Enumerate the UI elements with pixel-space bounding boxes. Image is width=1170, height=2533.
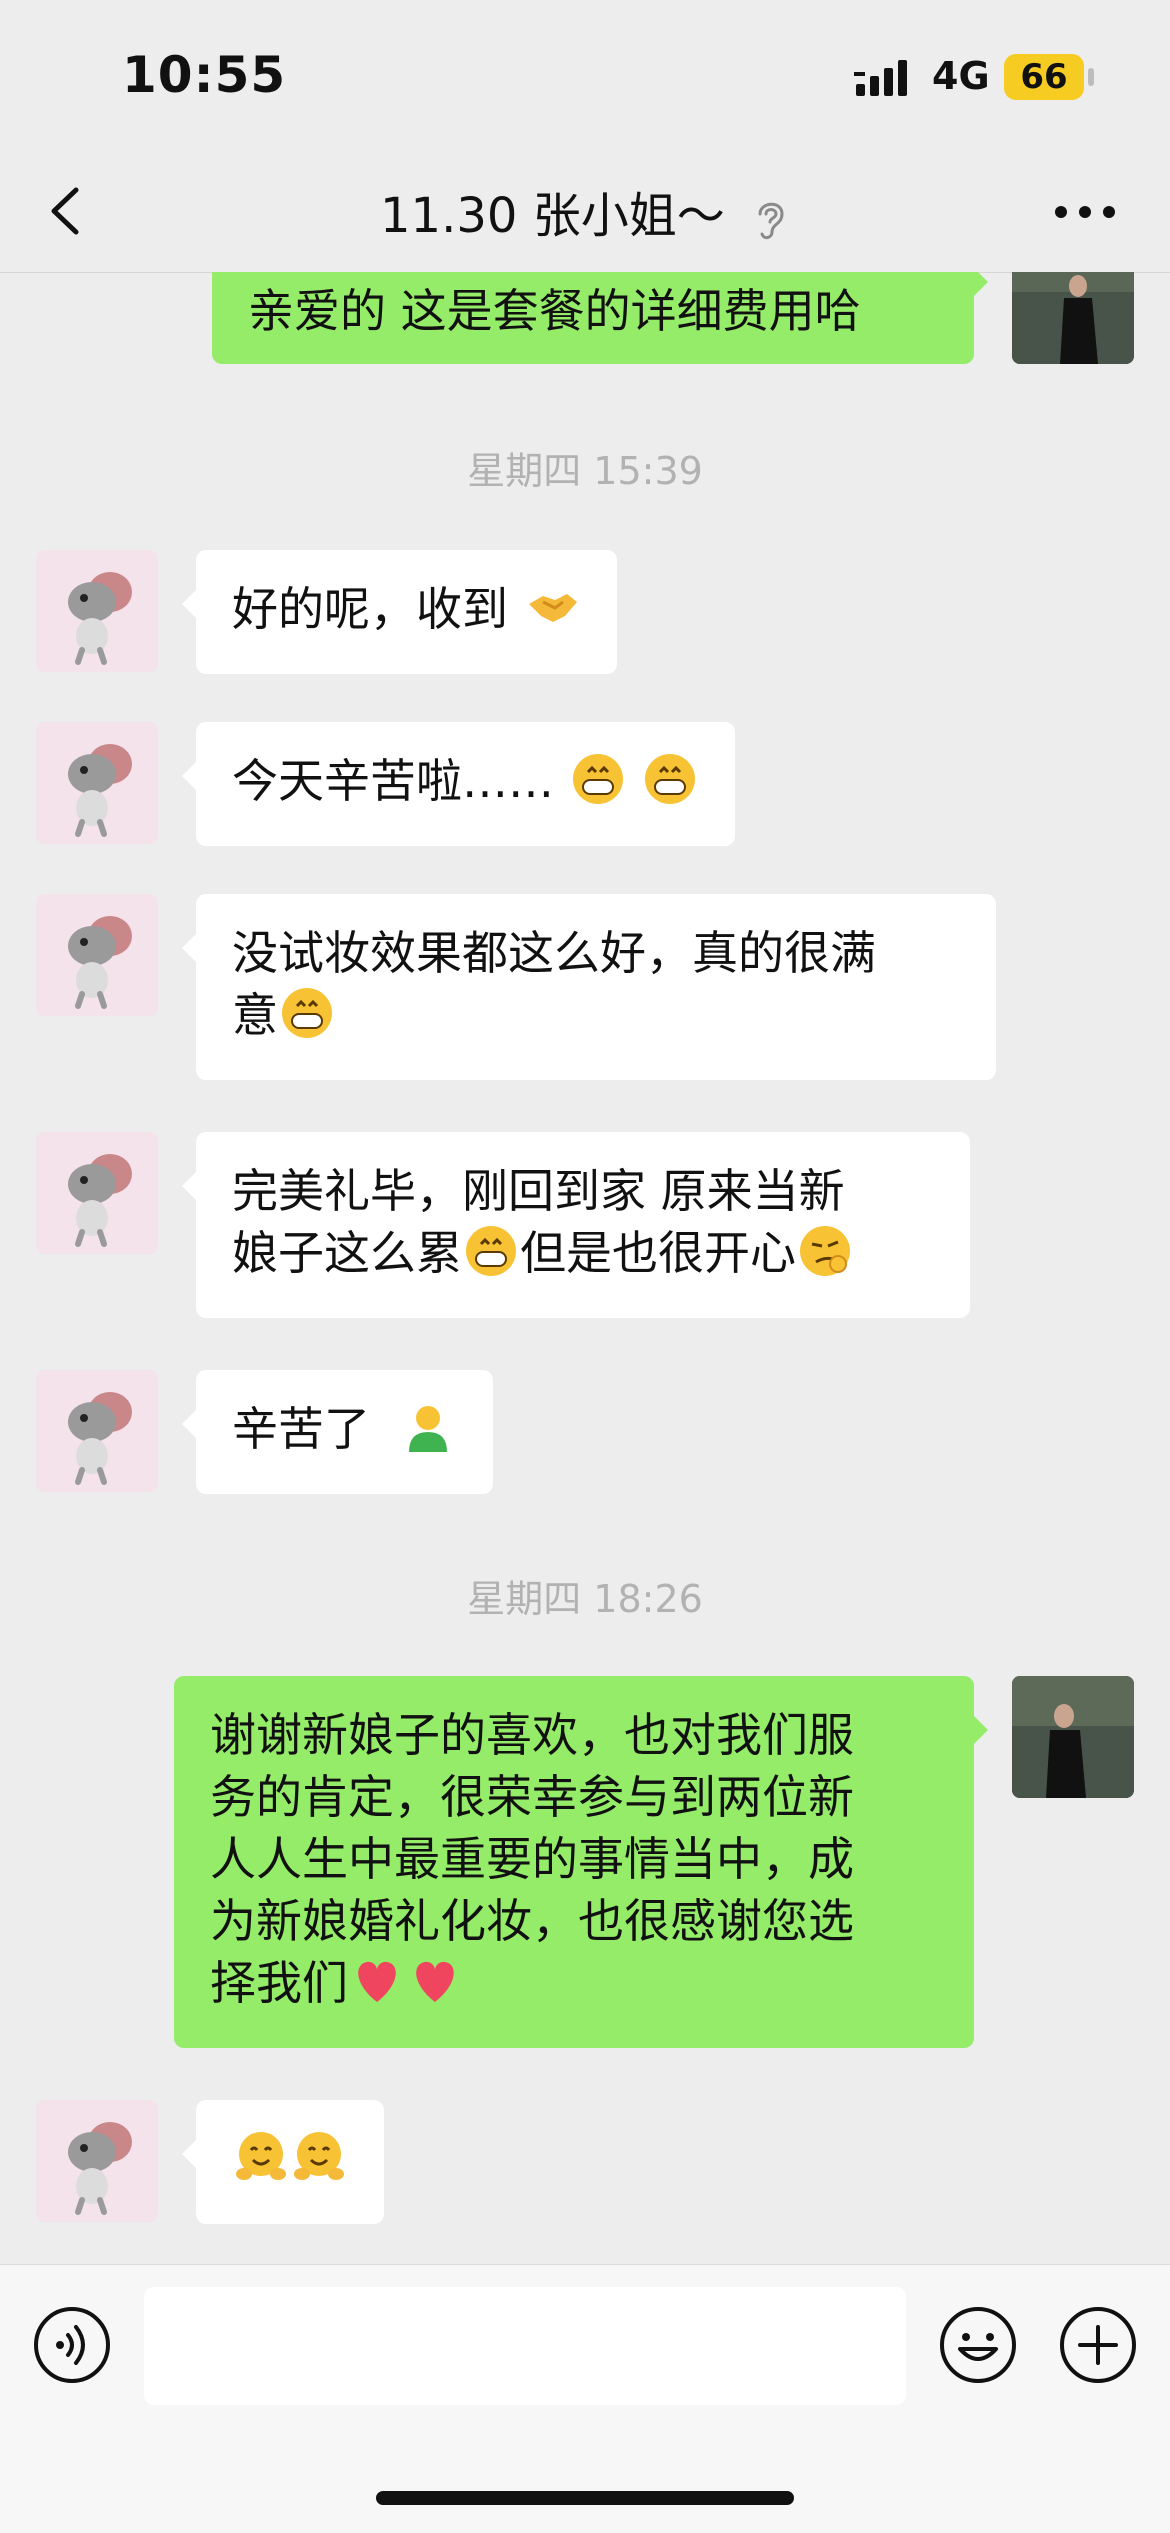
heart-emoji-icon xyxy=(416,1961,454,2002)
outgoing-message-partial[interactable]: 亲爱的 这是套餐的详细费用哈 xyxy=(212,272,988,364)
voice-icon[interactable] xyxy=(32,2305,112,2385)
message-text-line: 没试妆效果都这么好，真的很满 xyxy=(232,926,876,980)
signal-icon xyxy=(854,60,907,96)
grin-emoji-icon xyxy=(645,754,696,804)
my-avatar[interactable] xyxy=(1012,272,1134,364)
chat-title: 11.30 张小姐～ xyxy=(380,188,725,244)
incoming-message[interactable] xyxy=(182,2100,384,2224)
contact-avatar[interactable] xyxy=(36,1370,158,1492)
mouse-avatar-image xyxy=(68,916,132,1009)
message-text-line: 谢谢新娘子的喜欢，也对我们服 xyxy=(210,1708,854,1762)
message-text-line: 意 xyxy=(232,988,278,1042)
battery-indicator: 66 xyxy=(1004,54,1084,100)
mouse-avatar-image xyxy=(68,744,132,837)
mouse-avatar-image xyxy=(68,572,132,665)
photo-avatar-image xyxy=(1012,1676,1134,1798)
message-text: 辛苦了 xyxy=(232,1402,385,1456)
message-text: 好的呢，收到 xyxy=(232,582,508,636)
network-type: 4G xyxy=(932,54,990,98)
message-text-line: 务的肯定，很荣幸参与到两位新 xyxy=(210,1770,854,1824)
message-input[interactable] xyxy=(144,2287,906,2405)
more-dots-icon[interactable] xyxy=(1050,192,1120,232)
chat-header: 11.30 张小姐～ xyxy=(0,150,1170,273)
status-bar: 10:55 4G 66 xyxy=(0,0,1170,150)
my-avatar[interactable] xyxy=(1012,1676,1134,1798)
message-text-line: 人人生中最重要的事情当中，成 xyxy=(210,1832,854,1886)
photo-avatar-image xyxy=(1012,272,1134,364)
smug-emoji-icon xyxy=(800,1226,850,1276)
chat-title-container[interactable]: 11.30 张小姐～ xyxy=(0,176,1170,246)
message-text-line: 为新娘婚礼化妆，也很感谢您选 xyxy=(210,1894,854,1948)
contact-avatar[interactable] xyxy=(36,894,158,1016)
hug-emoji-icon xyxy=(236,2132,286,2180)
incoming-message[interactable]: 今天辛苦啦…… xyxy=(181,722,736,846)
input-bar xyxy=(0,2264,1170,2533)
contact-avatar[interactable] xyxy=(36,722,158,844)
grin-emoji-icon xyxy=(466,1226,516,1276)
incoming-message[interactable]: 辛苦了 xyxy=(181,1370,494,1494)
incoming-message[interactable]: 没试妆效果都这么好，真的很满 意 xyxy=(182,894,996,1080)
home-indicator[interactable] xyxy=(376,2491,794,2505)
message-list[interactable]: 亲爱的 这是套餐的详细费用哈 星期四 15:39 好的呢，收到 今天辛苦啦…… … xyxy=(0,272,1170,2264)
message-text-segment: 娘子这么累 xyxy=(232,1226,462,1280)
plus-icon[interactable] xyxy=(1058,2305,1138,2385)
contact-avatar[interactable] xyxy=(36,1132,158,1254)
timestamp: 星期四 18:26 xyxy=(467,1577,703,1621)
message-text: 今天辛苦啦…… xyxy=(232,754,554,808)
message-text-line: 择我们 xyxy=(210,1956,348,2010)
mouse-avatar-image xyxy=(68,1392,132,1485)
incoming-message[interactable]: 完美礼毕，刚回到家 原来当新 娘子这么累 但是也很开心 xyxy=(182,1132,970,1318)
contact-avatar[interactable] xyxy=(36,2100,158,2222)
hug-emoji-icon xyxy=(294,2132,344,2180)
heart-emoji-icon xyxy=(358,1961,396,2002)
ear-icon xyxy=(758,202,784,240)
contact-avatar[interactable] xyxy=(36,550,158,672)
message-text-line: 完美礼毕，刚回到家 原来当新 xyxy=(232,1164,845,1218)
incoming-message[interactable]: 好的呢，收到 xyxy=(182,550,617,674)
message-text-segment: 但是也很开心 xyxy=(520,1226,796,1280)
battery-tip xyxy=(1088,68,1094,86)
grin-emoji-icon xyxy=(572,754,623,804)
message-text: 亲爱的 这是套餐的详细费用哈 xyxy=(248,284,861,338)
timestamp: 星期四 15:39 xyxy=(467,449,703,493)
grin-emoji-icon xyxy=(282,988,332,1038)
handshake-emoji-icon xyxy=(528,594,577,622)
outgoing-message[interactable]: 谢谢新娘子的喜欢，也对我们服 务的肯定，很荣幸参与到两位新 人人生中最重要的事情… xyxy=(174,1676,988,2048)
mouse-avatar-image xyxy=(68,2122,132,2215)
status-time: 10:55 xyxy=(122,46,287,104)
mouse-avatar-image xyxy=(68,1154,132,1247)
green-figure-emoji-icon xyxy=(409,1406,448,1452)
emoji-face-icon[interactable] xyxy=(938,2305,1018,2385)
